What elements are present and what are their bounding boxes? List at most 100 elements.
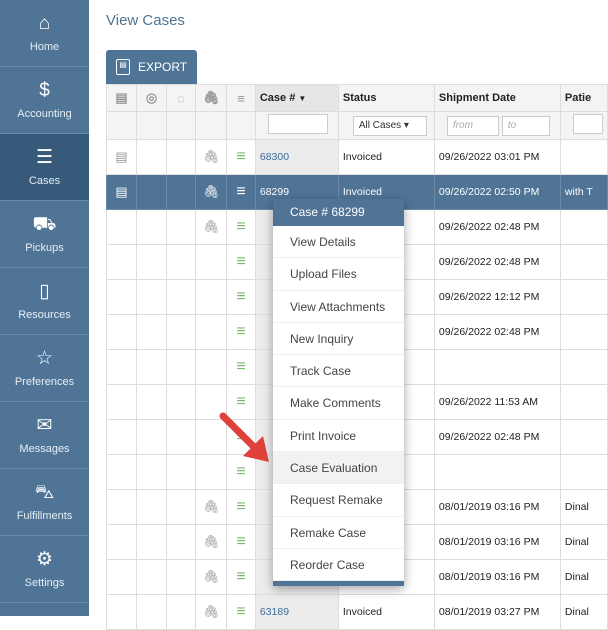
case-number-link[interactable]: 68300 [254,139,339,175]
paperclip-icon[interactable]: 🖇 [203,604,220,619]
paperclip-icon[interactable]: 🖇 [203,569,220,584]
row-menu-icon[interactable]: ≡ [236,288,245,305]
shipment-date-cell: 09/26/2022 02:48 PM [433,314,561,350]
row-menu-icon[interactable]: ≡ [236,218,245,235]
sidebar-item-label: Home [29,41,60,53]
checklist-icon[interactable]: ▤ [115,149,127,164]
paperclip-icon[interactable]: 🖇 [203,184,220,199]
row-menu-icon[interactable]: ≡ [236,393,245,410]
status-cell: Invoiced [337,594,435,630]
menu-item-view-details[interactable]: View Details [273,226,404,259]
patient-cell: with T [559,174,608,210]
menu-item-new-inquiry[interactable]: New Inquiry [273,323,404,356]
star-icon: ☆ [35,348,54,369]
row-menu-icon[interactable]: ≡ [236,253,245,270]
sidebar-item-label: Resources [18,309,71,321]
row-menu-icon[interactable]: ≡ [236,323,245,340]
truck-icon: ⛟ [32,214,57,235]
case-number-filter-input[interactable] [267,114,328,134]
table-row[interactable]: 🖇 ≡ 63189 Invoiced 08/01/2019 03:27 PM D… [105,594,608,630]
row-menu-icon[interactable]: ≡ [236,148,245,165]
shipment-date-cell: 09/26/2022 02:50 PM [433,174,561,210]
patient-cell [559,244,608,280]
case-context-menu: Case # 68299 View Details Upload Files Vie… [273,199,404,587]
envelope-icon: ✉ [36,415,53,436]
paperclip-icon[interactable]: 🖇 [203,534,220,549]
patient-header[interactable]: Patie [559,84,608,112]
shipment-date-cell: 09/26/2022 11:53 AM [433,384,561,420]
patient-cell: Dinal [559,559,608,595]
row-menu-icon[interactable]: ≡ [236,358,245,375]
check-circle-header-icon: ◎ [136,84,168,112]
home-icon: ⌂ [38,13,51,34]
shipment-date-cell: 08/01/2019 03:16 PM [433,524,561,560]
menu-item-view-attachments[interactable]: View Attachments [273,291,404,323]
menu-item-case-evaluation[interactable]: Case Evaluation [273,452,404,485]
shipment-date-cell [433,349,561,385]
paperclip-header-icon: 🖇 [195,84,228,112]
row-menu-icon[interactable]: ≡ [236,533,245,550]
patient-cell [559,209,608,245]
patient-cell [559,384,608,420]
paperclip-icon[interactable]: 🖇 [203,499,220,514]
shipment-date-cell: 08/01/2019 03:16 PM [433,559,561,595]
sidebar-item-label: Cases [28,175,61,187]
sidebar-item-settings[interactable]: ⚙ Settings [0,536,89,603]
date-to-input[interactable]: to [501,115,550,136]
sidebar-item-accounting[interactable]: $ Accounting [0,67,89,134]
cart-icon: ⛍ [34,482,55,503]
sidebar-item-messages[interactable]: ✉ Messages [0,402,89,469]
menu-item-make-comments[interactable]: Make Comments [273,387,404,420]
menu-item-print-invoice[interactable]: Print Invoice [273,420,404,453]
case-number-header[interactable]: Case # ▼ [254,84,339,112]
sidebar-item-fulfillments[interactable]: ⛍ Fulfillments [0,469,89,536]
status-header[interactable]: Status [337,84,435,112]
menu-item-request-remake[interactable]: Request Remake [273,484,404,517]
sidebar-item-label: Accounting [17,108,72,120]
date-from-input[interactable]: from [446,115,499,136]
patient-filter-input[interactable] [572,114,603,134]
table-row[interactable]: ▤ 🖇 ≡ 68300 Invoiced 09/26/2022 03:01 PM [105,139,608,175]
menu-item-remake-case[interactable]: Remake Case [273,517,404,549]
row-menu-icon[interactable]: ≡ [236,183,245,200]
sidebar: ⌂ Home $ Accounting ☰ Cases ⛟ Pickups ▯ Resources… [0,0,89,616]
case-header-label: Case # [259,92,296,104]
checklist-header-icon: ▤ [105,84,138,112]
list-icon: ☰ [35,147,54,168]
paperclip-icon[interactable]: 🖇 [203,149,220,164]
menu-header-icon: ≡ [226,84,256,112]
sidebar-item-cases[interactable]: ☰ Cases [0,134,89,201]
patient-cell: Dinal [559,489,608,525]
dollar-icon: $ [39,80,50,101]
shipment-date-cell [433,454,561,490]
status-cell: Invoiced [337,139,435,175]
red-arrow-annotation [219,412,269,462]
case-number-link[interactable]: 63189 [254,594,339,630]
row-menu-icon[interactable]: ≡ [236,603,245,620]
status-filter-select[interactable]: All Cases ▾ [352,115,427,136]
sidebar-item-label: Messages [19,443,70,455]
sidebar-item-preferences[interactable]: ☆ Preferences [0,335,89,402]
shipment-date-cell: 08/01/2019 03:27 PM [433,594,561,630]
sidebar-item-pickups[interactable]: ⛟ Pickups [0,201,89,268]
sidebar-item-home[interactable]: ⌂ Home [0,0,89,67]
patient-cell [559,139,608,175]
menu-item-upload-files[interactable]: Upload Files [273,258,404,291]
shipment-date-header[interactable]: Shipment Date [433,84,561,112]
row-menu-icon[interactable]: ≡ [236,463,245,480]
patient-cell [559,279,608,315]
paperclip-icon[interactable]: 🖇 [203,219,220,234]
checklist-icon[interactable]: ▤ [115,184,127,199]
patient-cell [559,454,608,490]
menu-item-track-case[interactable]: Track Case [273,355,404,388]
menu-item-reorder-case[interactable]: Reorder Case [273,549,404,582]
sidebar-item-label: Preferences [14,376,75,388]
patient-cell [559,419,608,455]
row-menu-icon[interactable]: ≡ [236,498,245,515]
patient-cell: Dinal [559,524,608,560]
sidebar-item-resources[interactable]: ▯ Resources [0,268,89,335]
shipment-date-cell: 09/26/2022 12:12 PM [433,279,561,315]
patient-cell: Dinal [559,594,608,630]
export-button[interactable]: ▤ EXPORT [106,50,197,84]
row-menu-icon[interactable]: ≡ [236,568,245,585]
